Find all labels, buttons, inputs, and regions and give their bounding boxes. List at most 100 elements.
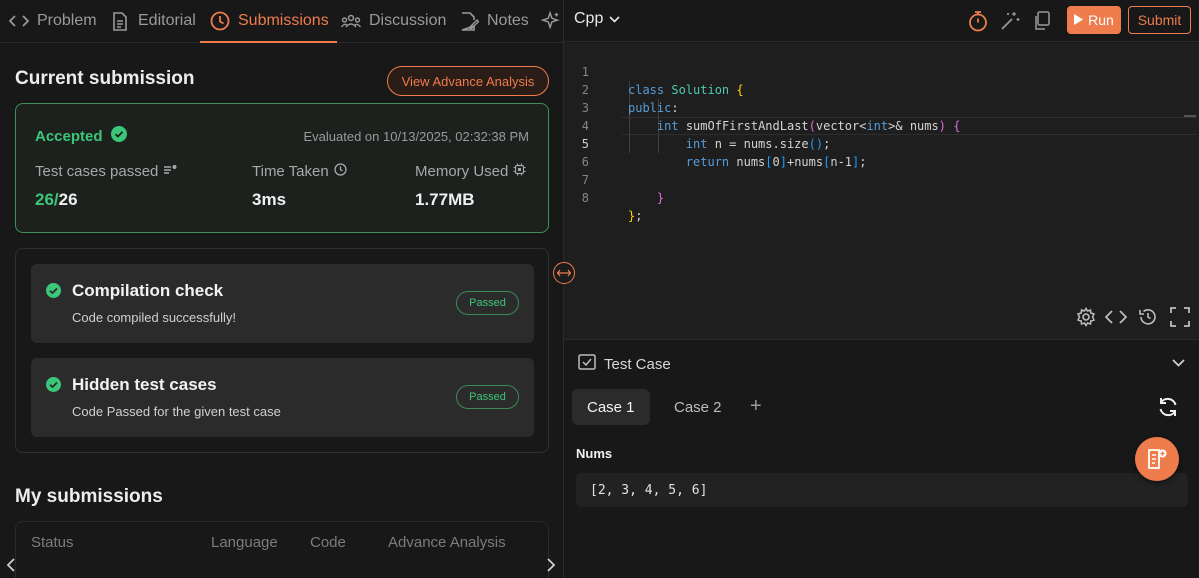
column-code: Code <box>310 534 346 551</box>
my-submissions-title: My submissions <box>15 486 163 507</box>
check-subtitle: Code compiled successfully! <box>72 310 237 325</box>
run-button[interactable]: Run <box>1067 6 1121 34</box>
run-label: Run <box>1088 12 1114 28</box>
code-text: } <box>656 191 665 205</box>
code-line: 2 public: <box>564 63 1184 115</box>
code-line: 6 <box>564 135 1184 169</box>
chevron-down-icon <box>609 10 620 28</box>
column-advance-analysis: Advance Analysis <box>388 534 506 551</box>
tests-passed-label: Test cases passed <box>35 163 159 180</box>
memory-used-label-group: Memory Used <box>415 163 526 180</box>
code-line: 5 return nums[0]+nums[n-1]; <box>564 117 1184 169</box>
case-tab-1[interactable]: Case 1 <box>572 389 650 425</box>
tab-submissions[interactable]: Submissions <box>200 0 337 43</box>
collapse-chevron-icon[interactable] <box>1172 354 1185 372</box>
submit-button[interactable]: Submit <box>1128 6 1191 34</box>
scrollbar-marker <box>1184 115 1196 117</box>
code-view-icon[interactable] <box>1105 306 1127 328</box>
document-icon <box>110 11 130 31</box>
variable-value-input[interactable]: [2, 3, 4, 5, 6] <box>576 473 1188 507</box>
problem-tabs: Problem Editorial Submissions Discussion… <box>0 0 563 43</box>
check-title: Hidden test cases <box>72 375 217 394</box>
list-check-icon <box>163 163 177 180</box>
tab-editorial[interactable]: Editorial <box>110 0 196 42</box>
hidden-test-cases-card: Hidden test cases Code Passed for the gi… <box>31 358 534 437</box>
language-value: Cpp <box>574 10 604 27</box>
editor-toolbar: Cpp Run Submit <box>564 0 1199 42</box>
note-add-icon <box>1148 449 1167 469</box>
editor-panel: Cpp Run Submit 1 class Solution {2 publ… <box>563 0 1199 578</box>
code-line: 1 class Solution { <box>564 45 1184 97</box>
check-circle-icon <box>46 283 61 303</box>
check-circle-icon <box>46 377 61 397</box>
scroll-left-arrow-icon[interactable] <box>6 558 16 575</box>
tab-label: Notes <box>487 12 529 29</box>
tests-passed-value: 26/26 <box>35 190 78 210</box>
add-case-button[interactable]: + <box>750 396 762 416</box>
tests-passed-label-group: Test cases passed <box>35 163 177 180</box>
magic-wand-icon[interactable] <box>999 10 1021 32</box>
fullscreen-icon[interactable] <box>1169 306 1191 328</box>
tab-label: Problem <box>37 12 97 29</box>
test-case-title: Test Case <box>604 355 671 373</box>
submission-summary-card: Accepted Evaluated on 10/13/2025, 02:32:… <box>15 103 549 233</box>
submissions-table: Status Language Code Advance Analysis <box>15 521 549 578</box>
compilation-check-card: Compilation check Code compiled successf… <box>31 264 534 343</box>
line-number: 8 <box>581 191 589 205</box>
code-line: 8 }; <box>564 171 1184 223</box>
refresh-icon[interactable] <box>1157 396 1179 423</box>
evaluated-timestamp: Evaluated on 10/13/2025, 02:32:38 PM <box>303 129 529 144</box>
checkbox-square-icon <box>578 354 596 374</box>
history-icon[interactable] <box>1137 306 1159 328</box>
tab-ai-assist[interactable] <box>541 0 561 42</box>
check-circle-icon <box>110 126 127 146</box>
editor-bottom-tools <box>564 295 1199 340</box>
copy-icon[interactable] <box>1031 10 1053 32</box>
test-case-header: Test Case <box>578 354 671 374</box>
time-taken-label: Time Taken <box>252 163 329 180</box>
time-taken-value: 3ms <box>252 190 287 209</box>
notes-fab-button[interactable] <box>1135 437 1179 481</box>
tab-label: Discussion <box>369 12 447 29</box>
tab-notes[interactable]: Notes <box>459 0 529 42</box>
case-tab-2[interactable]: Case 2 <box>659 389 737 425</box>
status-label: Accepted <box>35 127 103 145</box>
code-line: 4 int n = nums.size(); <box>564 99 1184 151</box>
people-icon <box>341 11 361 31</box>
tab-label: Editorial <box>138 12 196 29</box>
variable-label: Nums <box>576 446 613 461</box>
chip-icon <box>513 163 526 180</box>
checks-container: Compilation check Code compiled successf… <box>15 248 549 453</box>
tests-passed-count: 26/ <box>35 190 59 209</box>
current-submission-title: Current submission <box>15 68 195 89</box>
language-select[interactable]: Cpp <box>574 10 620 28</box>
timer-icon[interactable] <box>967 10 989 32</box>
tab-discussion[interactable]: Discussion <box>341 0 446 42</box>
tab-problem[interactable]: Problem <box>9 0 97 42</box>
tests-total-count: 26 <box>58 190 78 209</box>
check-subtitle: Code Passed for the given test case <box>72 404 281 419</box>
clock-icon <box>210 11 230 31</box>
column-status: Status <box>31 534 74 551</box>
status-accepted: Accepted <box>35 126 127 146</box>
sparkle-icon <box>541 10 561 31</box>
passed-badge: Passed <box>456 385 519 409</box>
passed-badge: Passed <box>456 291 519 315</box>
play-icon <box>1074 12 1084 28</box>
time-taken-label-group: Time Taken <box>252 163 347 180</box>
column-language: Language <box>211 534 278 551</box>
code-line: 3 int sumOfFirstAndLast(vector<int>& num… <box>564 81 1184 133</box>
resize-arrows-icon <box>557 269 571 277</box>
settings-gear-icon[interactable] <box>1075 306 1097 328</box>
code-brackets-icon <box>9 11 29 31</box>
check-title: Compilation check <box>72 281 224 300</box>
scroll-right-arrow-icon[interactable] <box>546 558 556 575</box>
code-editor[interactable]: 1 class Solution { 2 public: 3 int sumOf… <box>564 43 1199 295</box>
submissions-panel: Problem Editorial Submissions Discussion… <box>0 0 563 578</box>
resize-handle[interactable] <box>553 262 575 284</box>
code-line: 7 } <box>564 153 1184 205</box>
view-advance-analysis-button[interactable]: View Advance Analysis <box>387 66 549 96</box>
memory-used-label: Memory Used <box>415 163 509 180</box>
note-edit-icon <box>459 11 479 31</box>
memory-used-value: 1.77MB <box>415 190 475 209</box>
